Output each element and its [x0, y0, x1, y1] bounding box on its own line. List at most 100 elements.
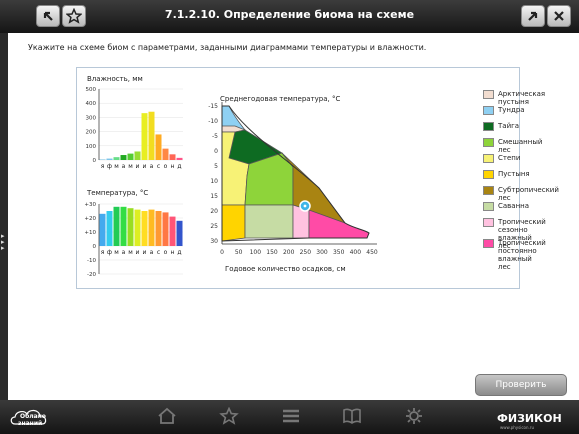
temperature-bar	[120, 206, 127, 246]
diagram-y-tick: -15	[208, 103, 218, 110]
temperature-bar	[169, 216, 176, 246]
legend-item[interactable]: Смешанный лес	[483, 138, 542, 154]
diagram-y-tick: -10	[208, 118, 218, 125]
legend-item[interactable]: Саванна	[483, 202, 529, 214]
close-button[interactable]	[547, 5, 571, 27]
temperature-bar	[176, 220, 183, 246]
temperature-bar	[99, 213, 106, 246]
legend-label: Тундра	[498, 106, 525, 114]
temperature-x-axis: яфмамииасонд	[101, 249, 182, 256]
humidity-bar	[148, 111, 155, 160]
home-button[interactable]	[157, 407, 177, 425]
book-icon	[343, 408, 361, 424]
page-title: 7.1.2.10. Определение биома на схеме	[164, 8, 415, 21]
diagram-x-ticks: 0 50 100 150 200 250 300 350 400 450	[220, 249, 378, 256]
logo-line1: Облако	[20, 413, 46, 420]
legend-item[interactable]: Субтропический лес	[483, 186, 559, 202]
legend-item[interactable]: Тайга	[483, 122, 519, 134]
book-button[interactable]	[342, 407, 362, 425]
humidity-bar	[120, 155, 127, 160]
temperature-bars	[99, 206, 183, 246]
humidity-month-label: м	[114, 163, 119, 170]
legend-swatch	[483, 106, 494, 115]
location-marker-dot	[303, 204, 307, 208]
legend-label: Пустыня	[498, 170, 530, 178]
favorites-button[interactable]	[219, 406, 239, 425]
humidity-y-tick: 100	[86, 144, 97, 150]
diagram-y-tick: -5	[212, 133, 218, 140]
instruction-text: Укажите на схеме биом с параметрами, зад…	[28, 43, 427, 52]
menu-button[interactable]	[281, 407, 301, 425]
humidity-month-label: с	[157, 163, 160, 170]
temperature-bar	[148, 209, 155, 246]
back-arrow-icon	[43, 11, 53, 21]
temperature-bar	[155, 211, 162, 246]
biome-regions[interactable]	[221, 105, 370, 242]
task-panel: Влажность, мм 500 400 300 200 100 0 яфмамииас…	[76, 67, 559, 289]
star-outline-icon	[219, 406, 239, 425]
diagram-y-tick: 15	[210, 193, 218, 200]
humidity-bar	[141, 113, 148, 160]
humidity-bar	[106, 158, 113, 160]
region-savanna[interactable]	[244, 204, 294, 239]
favorite-button[interactable]	[62, 5, 86, 27]
temperature-y-tick: -10	[87, 258, 96, 264]
settings-button[interactable]	[404, 407, 424, 425]
temperature-month-label: д	[177, 249, 181, 256]
legend-label: Степи	[498, 154, 521, 162]
humidity-y-tick: 500	[86, 87, 97, 93]
temperature-y-tick: +20	[84, 216, 96, 222]
humidity-month-label: ф	[107, 163, 112, 170]
diagram-x-tick: 150	[266, 249, 278, 256]
humidity-bar	[155, 134, 162, 160]
humidity-bar	[169, 154, 176, 160]
expand-button[interactable]	[521, 5, 545, 27]
logo-line2: знаний	[18, 420, 43, 427]
humidity-chart-title: Влажность, мм	[87, 75, 143, 83]
temperature-bar	[141, 211, 148, 246]
legend-item[interactable]: Тундра	[483, 106, 525, 118]
expand-arrow-icon	[528, 11, 538, 21]
legend-item[interactable]: Арктическая пустыня	[483, 90, 545, 106]
legend-item[interactable]: Тропический постоянно влажный лес	[483, 239, 546, 271]
legend-swatch	[483, 170, 494, 179]
legend-swatch	[483, 90, 494, 99]
humidity-bar	[162, 148, 169, 160]
brand-logo: ФИЗИКОН	[497, 412, 562, 425]
temperature-bar	[106, 211, 113, 246]
temperature-month-label: о	[164, 249, 168, 256]
temperature-month-label: а	[122, 249, 126, 256]
top-bar: 7.1.2.10. Определение биома на схеме	[0, 0, 579, 33]
humidity-y-tick: 300	[86, 115, 97, 121]
close-icon	[554, 11, 564, 21]
temperature-y-tick: 0	[93, 244, 97, 250]
diagram-y-tick: 20	[210, 208, 218, 215]
diagram-y-tick: 25	[210, 223, 218, 230]
check-button[interactable]: Проверить	[475, 374, 567, 396]
legend-label: Субтропический лес	[498, 186, 559, 202]
humidity-bar	[127, 153, 134, 160]
legend-label: Смешанный лес	[498, 138, 543, 154]
region-desert[interactable]	[221, 204, 246, 242]
legend-item[interactable]: Пустыня	[483, 170, 530, 182]
temperature-bar	[113, 206, 120, 246]
legend-swatch	[483, 138, 494, 147]
biome-figure: Влажность, мм 5004003002001000 яфмамииас…	[84, 75, 378, 278]
temperature-month-label: я	[101, 249, 105, 256]
legend-swatch	[483, 218, 494, 227]
humidity-bar	[134, 151, 141, 160]
humidity-y-tick: 0	[93, 158, 97, 164]
diagram-x-tick: 100	[250, 249, 262, 256]
legend-item[interactable]: Тропический сезонно влажный лес	[483, 218, 546, 250]
humidity-bar	[113, 157, 120, 160]
diagram-y-tick: 30	[210, 238, 218, 245]
diagram-x-tick: 400	[350, 249, 362, 256]
oblako-znaniy-logo[interactable]: Облако знаний	[9, 405, 67, 429]
temperature-y-tick: +30	[84, 202, 96, 208]
back-arrow-button[interactable]	[36, 5, 60, 27]
diagram-x-tick: 200	[283, 249, 295, 256]
humidity-bars	[99, 111, 183, 160]
side-panel-toggle[interactable]: ▸ ▸ ▸	[0, 33, 8, 400]
legend-item[interactable]: Степи	[483, 154, 521, 166]
temperature-bar	[127, 208, 134, 246]
